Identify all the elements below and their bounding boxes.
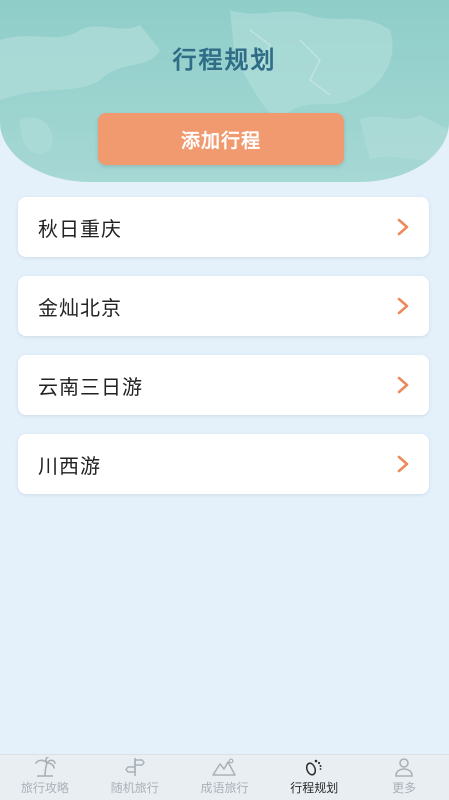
bottom-tab-bar: 旅行攻略 随机旅行 成语旅行 行程规划 更多 [0, 754, 449, 800]
trip-item-3[interactable]: 川西游 [18, 434, 429, 494]
palm-tree-icon [34, 755, 56, 777]
tab-label: 随机旅行 [110, 781, 159, 795]
chevron-right-icon [395, 217, 411, 237]
tab-more[interactable]: 更多 [359, 755, 449, 800]
trip-name: 秋日重庆 [38, 216, 122, 241]
chevron-right-icon [395, 375, 411, 395]
tab-label: 成语旅行 [200, 781, 249, 795]
tab-idiom-travel[interactable]: 成语旅行 [180, 755, 270, 800]
tab-random-travel[interactable]: 随机旅行 [90, 755, 180, 800]
add-trip-button[interactable]: 添加行程 [98, 113, 344, 165]
tab-travel-guide[interactable]: 旅行攻略 [0, 755, 90, 800]
page-title: 行程规划 [172, 46, 277, 74]
chevron-right-icon [395, 454, 411, 474]
trip-name: 云南三日游 [38, 374, 143, 399]
trip-name: 金灿北京 [38, 295, 122, 320]
person-icon [393, 755, 415, 777]
tab-label: 更多 [392, 781, 417, 795]
trip-item-2[interactable]: 云南三日游 [18, 355, 429, 415]
trip-name: 川西游 [38, 453, 101, 478]
chevron-right-icon [395, 296, 411, 316]
tab-label: 行程规划 [290, 781, 339, 795]
tab-trip-planning[interactable]: 行程规划 [269, 755, 359, 800]
tab-label: 旅行攻略 [20, 781, 69, 795]
signpost-icon [124, 755, 146, 777]
mountain-icon [212, 755, 237, 777]
footprint-icon [303, 755, 325, 777]
trip-item-1[interactable]: 金灿北京 [18, 276, 429, 336]
trip-item-0[interactable]: 秋日重庆 [18, 197, 429, 257]
header-banner: 行程规划 添加行程 [0, 0, 449, 182]
trip-list: 秋日重庆 金灿北京 云南三日游 川西游 [18, 197, 429, 513]
